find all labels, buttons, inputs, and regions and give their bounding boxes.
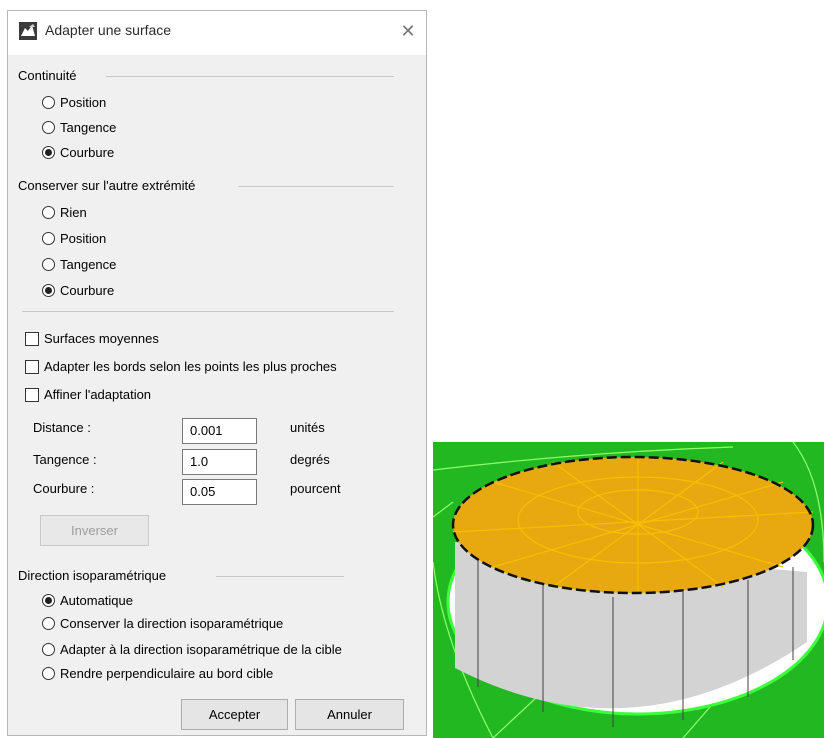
preserve-radio-courbure[interactable]: Courbure xyxy=(42,283,114,298)
tangence-unit: degrés xyxy=(290,452,330,467)
accept-button[interactable]: Accepter xyxy=(181,699,288,730)
preserve-separator xyxy=(238,186,394,187)
courbure-unit: pourcent xyxy=(290,481,341,496)
radio-label: Adapter à la direction isoparamétrique d… xyxy=(60,642,342,657)
checkbox-label: Adapter les bords selon les points les p… xyxy=(44,359,337,374)
checkbox[interactable] xyxy=(25,331,39,346)
isoparam-radio-automatique[interactable]: Automatique xyxy=(42,593,133,608)
radio-label: Courbure xyxy=(60,283,115,298)
checkbox[interactable] xyxy=(25,387,39,402)
dialog-title: Adapter une surface xyxy=(45,22,172,38)
checkbox-affiner-adaptation[interactable]: Affiner l'adaptation xyxy=(25,387,151,402)
match-surface-dialog: Adapter une surface ✕ Continuité Positio… xyxy=(7,10,427,736)
tangence-field[interactable]: 1.0 xyxy=(182,449,257,475)
close-icon[interactable]: ✕ xyxy=(396,19,420,43)
radio-label: Courbure xyxy=(60,145,115,160)
checkbox-adapter-bords[interactable]: Adapter les bords selon les points les p… xyxy=(25,359,337,374)
checkbox-label: Affiner l'adaptation xyxy=(44,387,152,402)
continuity-radio-position[interactable]: Position xyxy=(42,95,106,110)
continuity-radio-tangence[interactable]: Tangence xyxy=(42,120,116,135)
radio-button-selected[interactable] xyxy=(42,284,55,297)
isoparam-separator xyxy=(216,576,344,577)
radio-label: Conserver la direction isoparamétrique xyxy=(60,616,284,631)
preserve-radio-tangence[interactable]: Tangence xyxy=(42,257,116,272)
courbure-field[interactable]: 0.05 xyxy=(182,479,257,505)
radio-label: Rien xyxy=(60,205,87,220)
radio-button-selected[interactable] xyxy=(42,146,55,159)
radio-label: Tangence xyxy=(60,120,117,135)
radio-button[interactable] xyxy=(42,206,55,219)
isoparam-radio-adapter-cible[interactable]: Adapter à la direction isoparamétrique d… xyxy=(42,642,342,657)
section-divider xyxy=(22,311,394,312)
distance-unit: unités xyxy=(290,420,325,435)
preserve-radio-rien[interactable]: Rien xyxy=(42,205,87,220)
isoparam-radio-conserver[interactable]: Conserver la direction isoparamétrique xyxy=(42,616,283,631)
cancel-button[interactable]: Annuler xyxy=(295,699,404,730)
radio-button[interactable] xyxy=(42,617,55,630)
radio-label: Position xyxy=(60,95,107,110)
viewport-render xyxy=(433,442,824,738)
checkbox-surfaces-moyennes[interactable]: Surfaces moyennes xyxy=(25,331,159,346)
isoparam-group-label: Direction isoparamétrique xyxy=(18,568,167,583)
radio-label: Rendre perpendiculaire au bord cible xyxy=(60,666,274,681)
distance-field[interactable]: 0.001 xyxy=(182,418,257,444)
distance-label: Distance : xyxy=(33,420,91,435)
invert-button[interactable]: Inverser xyxy=(40,515,149,546)
radio-button[interactable] xyxy=(42,121,55,134)
tangence-label: Tangence : xyxy=(33,452,97,467)
preserve-group-label: Conserver sur l'autre extrémité xyxy=(18,178,196,193)
isoparam-radio-perpendiculaire[interactable]: Rendre perpendiculaire au bord cible xyxy=(42,666,273,681)
checkbox[interactable] xyxy=(25,359,39,374)
continuity-separator xyxy=(106,76,394,77)
radio-label: Automatique xyxy=(60,593,133,608)
radio-button-selected[interactable] xyxy=(42,594,55,607)
radio-label: Tangence xyxy=(60,257,117,272)
rhino-icon xyxy=(19,22,37,40)
radio-button[interactable] xyxy=(42,667,55,680)
courbure-label: Courbure : xyxy=(33,481,95,496)
radio-button[interactable] xyxy=(42,232,55,245)
checkbox-label: Surfaces moyennes xyxy=(44,331,159,346)
radio-button[interactable] xyxy=(42,96,55,109)
radio-label: Position xyxy=(60,231,107,246)
radio-button[interactable] xyxy=(42,258,55,271)
radio-button[interactable] xyxy=(42,643,55,656)
title-bar: Adapter une surface ✕ xyxy=(8,11,426,55)
continuity-radio-courbure[interactable]: Courbure xyxy=(42,145,114,160)
preserve-radio-position[interactable]: Position xyxy=(42,231,106,246)
continuity-group-label: Continuité xyxy=(18,68,77,83)
